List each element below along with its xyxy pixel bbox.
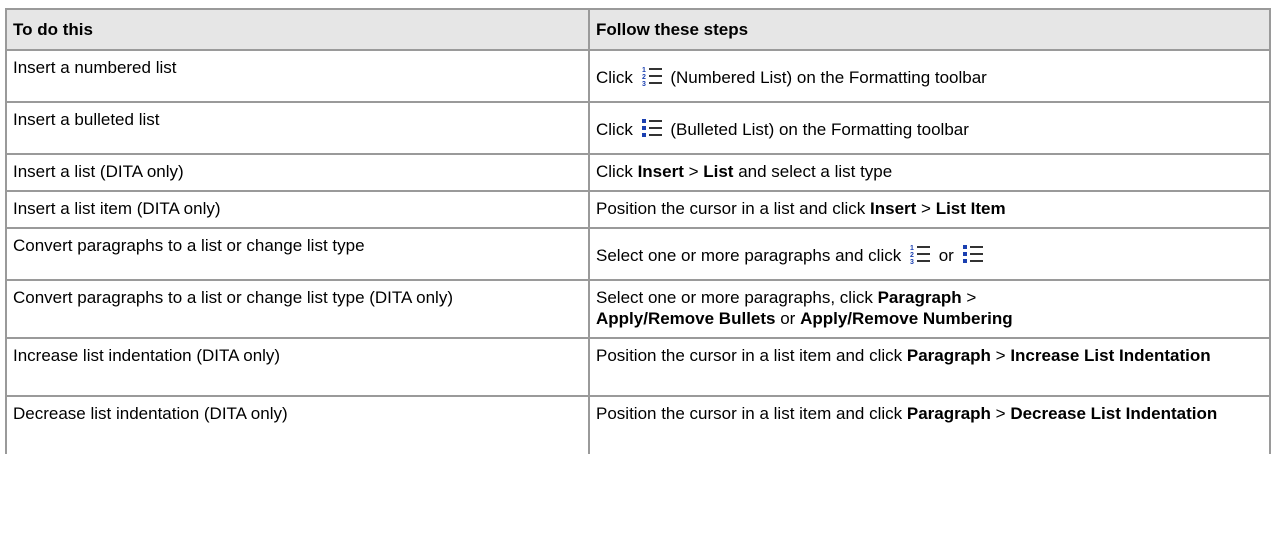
steps-table: To do this Follow these steps Insert a n… — [5, 8, 1271, 454]
table-row: Insert a bulleted list Click (Bulleted L… — [5, 101, 1271, 155]
menu-separator: > — [683, 162, 704, 181]
step-cell: Click (Bulleted List) on the Formatting … — [588, 101, 1271, 155]
numbered-list-icon — [909, 243, 931, 265]
menu-separator: > — [990, 346, 1011, 365]
step-cell: Position the cursor in a list item and c… — [588, 337, 1271, 397]
header-row: To do this Follow these steps — [5, 8, 1271, 51]
table-row: Increase list indentation (DITA only) Po… — [5, 337, 1271, 397]
task-cell: Insert a list item (DITA only) — [5, 190, 590, 229]
task-cell: Decrease list indentation (DITA only) — [5, 395, 590, 454]
step-cell: Select one or more paragraphs and click … — [588, 227, 1271, 281]
task-cell: Insert a numbered list — [5, 49, 590, 103]
step-cell: Click Insert > List and select a list ty… — [588, 153, 1271, 192]
task-cell: Insert a list (DITA only) — [5, 153, 590, 192]
bulleted-list-icon — [641, 117, 663, 139]
menu-paragraph: Paragraph — [906, 346, 991, 365]
header-task: To do this — [5, 8, 590, 51]
step-text: Position the cursor in a list item and c… — [596, 346, 907, 365]
step-text: Click — [596, 120, 633, 139]
menu-paragraph: Paragraph — [877, 288, 962, 307]
table-row: Convert paragraphs to a list or change l… — [5, 227, 1271, 281]
menu-insert: Insert — [870, 199, 917, 218]
menu-separator: > — [916, 199, 936, 218]
menu-apply-remove-bullets: Apply/Remove Bullets — [596, 309, 776, 328]
table-row: Convert paragraphs to a list or change l… — [5, 279, 1271, 339]
menu-paragraph: Paragraph — [906, 404, 991, 423]
step-text: Position the cursor in a list item and c… — [596, 404, 907, 423]
step-text: Click — [596, 68, 633, 87]
menu-insert: Insert — [637, 162, 684, 181]
table-row: Insert a list item (DITA only) Position … — [5, 190, 1271, 229]
step-text: (Numbered List) on the Formatting toolba… — [670, 68, 987, 87]
table-row: Insert a numbered list Click (Numbered L… — [5, 49, 1271, 103]
table-row: Insert a list (DITA only) Click Insert >… — [5, 153, 1271, 192]
step-cell: Click (Numbered List) on the Formatting … — [588, 49, 1271, 103]
step-text: Click — [596, 162, 638, 181]
menu-list-item: List Item — [935, 199, 1006, 218]
menu-decrease-list-indentation: Decrease List Indentation — [1010, 404, 1218, 423]
step-cell: Select one or more paragraphs, click Par… — [588, 279, 1271, 339]
step-text: (Bulleted List) on the Formatting toolba… — [670, 120, 969, 139]
step-text: Select one or more paragraphs and click — [596, 246, 902, 265]
step-text: or — [938, 246, 954, 265]
table-row: Decrease list indentation (DITA only) Po… — [5, 395, 1271, 454]
task-cell: Convert paragraphs to a list or change l… — [5, 227, 590, 281]
menu-apply-remove-numbering: Apply/Remove Numbering — [800, 309, 1013, 328]
step-cell: Position the cursor in a list item and c… — [588, 395, 1271, 454]
menu-separator: > — [961, 288, 977, 307]
numbered-list-icon — [641, 65, 663, 87]
task-cell: Insert a bulleted list — [5, 101, 590, 155]
menu-increase-list-indentation: Increase List Indentation — [1010, 346, 1211, 365]
header-steps: Follow these steps — [588, 8, 1271, 51]
step-text: or — [775, 309, 801, 328]
menu-separator: > — [990, 404, 1011, 423]
bulleted-list-icon — [962, 243, 984, 265]
step-text: Position the cursor in a list and click — [596, 199, 871, 218]
task-cell: Convert paragraphs to a list or change l… — [5, 279, 590, 339]
step-text: and select a list type — [733, 162, 893, 181]
step-cell: Position the cursor in a list and click … — [588, 190, 1271, 229]
step-text: Select one or more paragraphs, click — [596, 288, 878, 307]
task-cell: Increase list indentation (DITA only) — [5, 337, 590, 397]
menu-list: List — [703, 162, 734, 181]
